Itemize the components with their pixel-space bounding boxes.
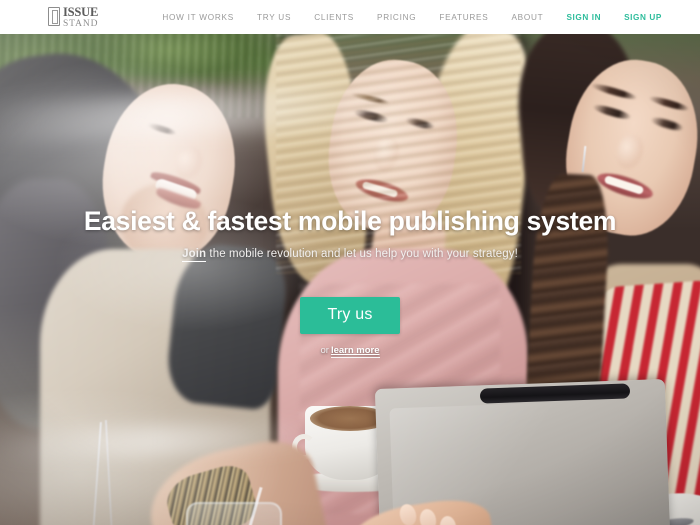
hero-headline: Easiest & fastest mobile publishing syst… xyxy=(83,206,617,236)
magazine-stand-icon xyxy=(48,7,60,26)
nav-item-clients[interactable]: CLIENTS xyxy=(314,13,354,22)
hero-subheadline: Join the mobile revolution and let us he… xyxy=(0,248,700,262)
hero-subheadline-rest: the mobile revolution and let us help yo… xyxy=(206,248,518,260)
brand-name-line1: ISSUE xyxy=(63,5,99,19)
hero-subheadline-emphasis: Join xyxy=(182,248,207,262)
brand-name-line2: STAND xyxy=(63,18,99,29)
learn-more-link[interactable]: learn more xyxy=(330,345,380,358)
nav-item-pricing[interactable]: PRICING xyxy=(377,13,416,22)
brand-logo[interactable]: ISSUE STAND xyxy=(48,6,98,29)
brand-wordmark: ISSUE STAND xyxy=(63,6,98,29)
nav-item-sign-in[interactable]: SIGN IN xyxy=(566,13,601,22)
try-us-button[interactable]: Try us xyxy=(300,297,400,334)
nav-item-how-it-works[interactable]: HOW IT WORKS xyxy=(162,13,234,22)
hero-background-photo xyxy=(0,34,700,525)
main-navigation: HOW IT WORKS TRY US CLIENTS PRICING FEAT… xyxy=(139,0,662,34)
secondary-prefix-label: or xyxy=(320,345,329,356)
nav-item-try-us[interactable]: TRY US xyxy=(257,13,291,22)
landing-page: ISSUE STAND HOW IT WORKS TRY US CLIENTS … xyxy=(0,0,700,525)
hero-section: Easiest & fastest mobile publishing syst… xyxy=(0,34,700,525)
hero-cta-container: Try us xyxy=(0,297,700,334)
hero-secondary-action: or learn more xyxy=(0,345,700,358)
nav-item-about[interactable]: ABOUT xyxy=(511,13,543,22)
nav-item-sign-up[interactable]: SIGN UP xyxy=(624,13,662,22)
nav-item-features[interactable]: FEATURES xyxy=(439,13,488,22)
site-header: ISSUE STAND HOW IT WORKS TRY US CLIENTS … xyxy=(0,0,700,34)
